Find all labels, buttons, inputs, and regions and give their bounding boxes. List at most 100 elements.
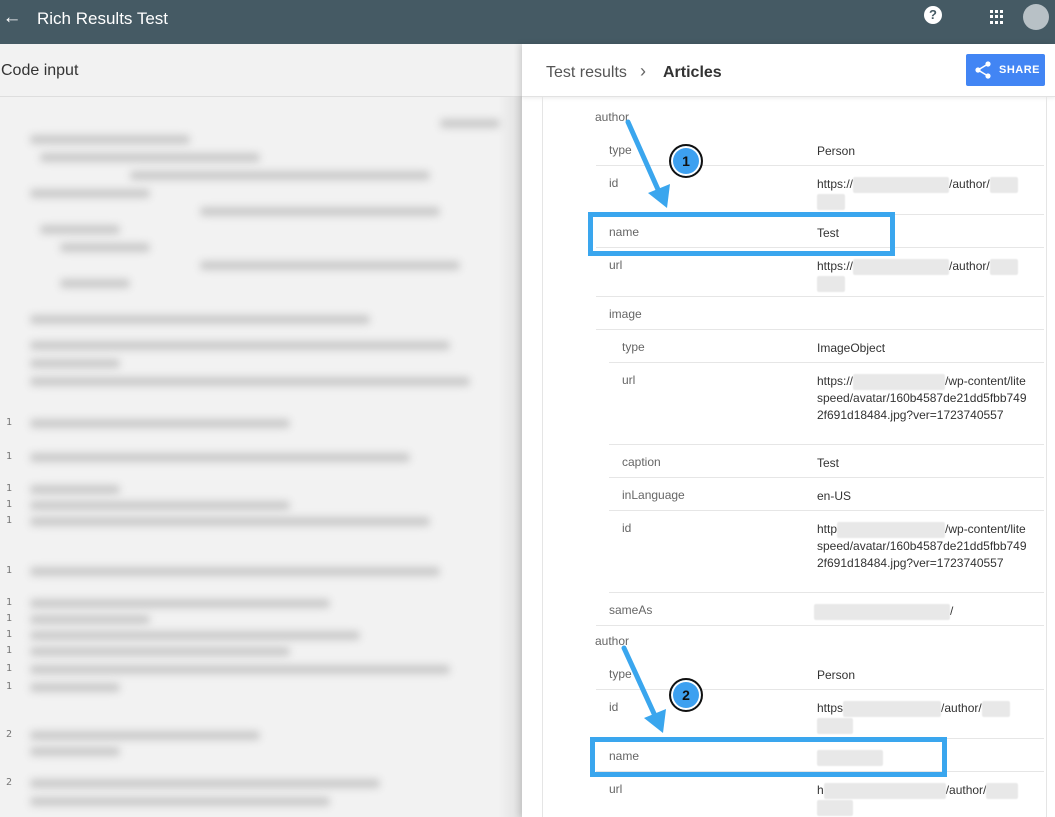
- redacted-text: [814, 603, 950, 620]
- redacted-text: [989, 258, 1018, 275]
- property-key: type: [609, 143, 632, 157]
- blurred-code-line: [30, 731, 260, 740]
- chevron-right-icon: ›: [640, 61, 646, 81]
- property-row: inLanguage en-US: [609, 478, 1044, 511]
- highlight-box-name-2: [590, 737, 947, 777]
- line-number: 2: [6, 777, 13, 788]
- property-row: caption Test: [609, 445, 1044, 478]
- value-prefix: https://: [817, 177, 854, 191]
- property-key: url: [609, 782, 623, 796]
- blurred-code-line: [30, 517, 430, 526]
- section-label-author: author: [595, 634, 630, 648]
- blurred-code-line: [40, 153, 260, 162]
- blurred-code-line: [130, 171, 430, 180]
- redacted-text: [837, 521, 946, 538]
- blurred-code-line: [30, 359, 120, 368]
- blurred-code-line: [30, 135, 190, 144]
- redacted-text: [817, 275, 845, 292]
- redacted-text: [817, 717, 853, 734]
- code-input-panel: Code input 1 1 1 1 1 1 1 1 1 1 1 1 2 2: [0, 44, 522, 817]
- blurred-code-line: [40, 225, 120, 234]
- blurred-code-line: [30, 341, 450, 350]
- property-value: http/wp-content/litespeed/avatar/160b458…: [817, 521, 1027, 572]
- blurred-code-line: [30, 797, 330, 806]
- property-row: id http/wp-content/litespeed/avatar/160b…: [609, 511, 1044, 593]
- blurred-code-line: [30, 315, 370, 324]
- property-key: image: [609, 307, 642, 321]
- account-avatar[interactable]: [1023, 4, 1049, 30]
- apps-grid-icon[interactable]: [990, 10, 1004, 24]
- blurred-code-line: [30, 485, 120, 494]
- results-header: Test results › Articles SHARE: [522, 44, 1055, 97]
- line-number: 1: [6, 483, 13, 494]
- blurred-code-line: [60, 243, 150, 252]
- property-value: Test: [817, 456, 840, 470]
- blurred-code-line: [30, 647, 290, 656]
- property-row: type Person: [596, 657, 1044, 690]
- blurred-code-line: [30, 631, 360, 640]
- value-suffix: /author/: [949, 259, 990, 273]
- property-key: sameAs: [609, 603, 653, 617]
- line-number: 1: [6, 499, 13, 510]
- line-number: 1: [6, 565, 13, 576]
- structured-data-details: author type Person id https:///author/ n…: [542, 97, 1047, 817]
- property-key: caption: [622, 455, 661, 469]
- line-number: 1: [6, 629, 13, 640]
- property-row: type Person: [596, 133, 1044, 166]
- section-label-author: author: [595, 110, 630, 124]
- redacted-text: [981, 700, 1010, 717]
- line-number: 1: [6, 681, 13, 692]
- code-editor[interactable]: 1 1 1 1 1 1 1 1 1 1 1 1 2 2: [0, 97, 522, 817]
- redacted-text: [817, 193, 845, 210]
- app-header: ← Rich Results Test ?: [0, 0, 1055, 44]
- value-suffix: /author/: [941, 701, 982, 715]
- share-label: SHARE: [999, 64, 1041, 76]
- line-number: 1: [6, 663, 13, 674]
- property-key: id: [609, 700, 619, 714]
- code-input-header: Code input: [0, 44, 522, 97]
- property-row: sameAs /: [596, 593, 1044, 626]
- blurred-code-line: [30, 567, 440, 576]
- blurred-code-line: [30, 683, 120, 692]
- property-row: id https:// /author/: [596, 166, 1044, 215]
- panel-edge-shadow: [498, 97, 522, 817]
- property-key: url: [609, 258, 623, 272]
- blurred-code-line: [30, 665, 450, 674]
- property-key: type: [609, 667, 632, 681]
- highlight-box-name-1: [588, 212, 895, 256]
- property-value: https/author/: [817, 700, 1027, 734]
- share-button[interactable]: SHARE: [966, 54, 1045, 86]
- blurred-code-line: [200, 261, 460, 270]
- blurred-code-line: [30, 747, 120, 756]
- breadcrumb-test-results[interactable]: Test results: [546, 63, 627, 83]
- property-key: type: [622, 340, 645, 354]
- property-value: https:///wp-content/litespeed/avatar/160…: [817, 373, 1027, 424]
- property-row: id https/author/: [596, 690, 1044, 739]
- blurred-code-line: [30, 501, 290, 510]
- property-key: url: [622, 373, 636, 387]
- line-number: 1: [6, 645, 13, 656]
- line-number: 2: [6, 729, 13, 740]
- line-number-gutter: 1 1 1 1 1 1 1 1 1 1 1 1 2 2: [0, 97, 16, 817]
- property-row: url https:///wp-content/litespeed/avatar…: [609, 363, 1044, 445]
- blurred-code-line: [440, 119, 500, 128]
- annotation-badge-1: 1: [669, 144, 703, 178]
- arrow-left-icon[interactable]: ←: [2, 6, 22, 30]
- line-number: 1: [6, 451, 13, 462]
- blurred-code-line: [30, 779, 380, 788]
- property-key: inLanguage: [622, 488, 685, 502]
- blurred-code-line: [30, 453, 410, 462]
- line-number: 1: [6, 597, 13, 608]
- blurred-code-line: [30, 377, 470, 386]
- value-suffix: /: [950, 604, 954, 618]
- property-value: h/author/: [817, 782, 1027, 816]
- redacted-text: [853, 176, 950, 193]
- annotation-badge-2: 2: [669, 678, 703, 712]
- line-number: 1: [6, 515, 13, 526]
- property-value: Person: [817, 144, 856, 158]
- redacted-text: [853, 373, 946, 390]
- blurred-code-line: [30, 599, 330, 608]
- value-prefix: https: [817, 701, 844, 715]
- line-number: 1: [6, 613, 13, 624]
- help-icon[interactable]: ?: [924, 6, 942, 24]
